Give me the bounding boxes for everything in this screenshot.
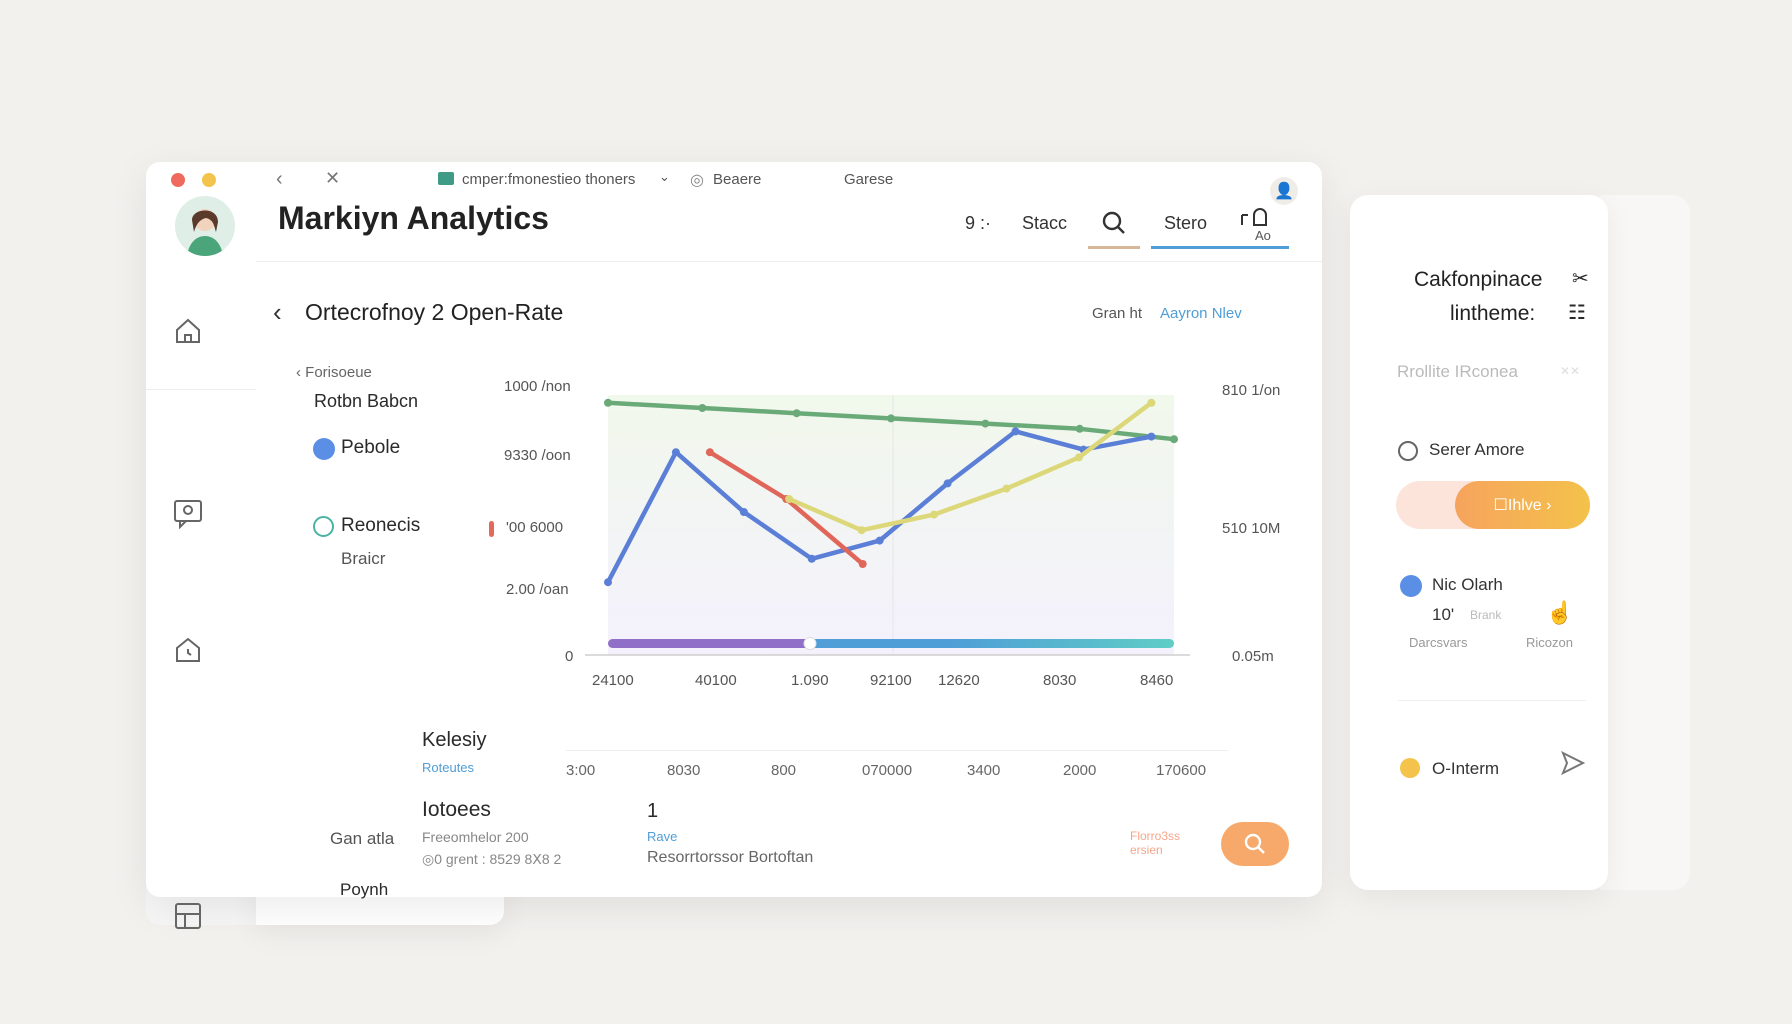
legend-extra-2: Poynh <box>340 880 389 899</box>
back-arrow-icon[interactable]: ‹ <box>276 168 283 191</box>
panel-item-sub1: Darcsvars <box>1409 635 1468 650</box>
legend-radio[interactable] <box>313 516 334 537</box>
back-chevron-icon[interactable]: ‹ <box>273 297 282 328</box>
nav-stacc[interactable]: Stacc <box>1022 213 1067 234</box>
breadcrumb[interactable]: cmper:fmonestieo thoners <box>462 171 635 188</box>
page-title: Markiyn Analytics <box>278 200 549 236</box>
nav-ao[interactable]: Ao <box>1255 228 1271 243</box>
panel-title-line1: Cakfonpinace <box>1414 268 1543 291</box>
tab-stero[interactable]: Stero <box>1164 213 1207 234</box>
legend-back-label: Forisoeue <box>305 364 372 381</box>
close-icon[interactable]: ✕ <box>325 168 340 189</box>
bottom-value-link[interactable]: Rave <box>647 829 677 844</box>
x2-tick: 2000 <box>1063 762 1097 779</box>
sparkle-icon: ✕✕ <box>1560 364 1581 378</box>
x2-tick: 8030 <box>667 762 701 779</box>
legend-dot-blue <box>313 438 335 460</box>
panel-item-num-suffix: Brank <box>1470 608 1502 622</box>
header-divider <box>256 261 1322 262</box>
nav-time[interactable]: 9 :· <box>965 213 991 234</box>
rail-divider <box>146 389 256 390</box>
chart-subtitle: Ortecrofnoy 2 Open-Rate <box>305 299 564 325</box>
send-icon[interactable] <box>1560 750 1586 781</box>
scissors-icon[interactable]: ✂ <box>1572 266 1589 291</box>
x-tick: 8460 <box>1140 672 1174 689</box>
y-right-tick: 0.05m <box>1232 648 1274 665</box>
bottom-value-sub: Resorrtorssor Bortoftan <box>647 849 814 866</box>
layout-icon[interactable] <box>170 897 206 933</box>
x2-tick: 800 <box>771 762 797 779</box>
y-left-tick: 9330 /oon <box>504 447 571 464</box>
bottom-label-1: Kelesiy <box>422 729 487 751</box>
panel-radio[interactable] <box>1398 441 1418 461</box>
bottom-label-2: Iotoees <box>422 798 491 821</box>
x-tick: 24100 <box>592 672 634 689</box>
clock-icon: ◎ <box>690 172 704 189</box>
x-tick: 1.090 <box>791 672 829 689</box>
legend-back[interactable]: ‹ Forisoeue <box>296 364 372 381</box>
x2-tick: 3400 <box>967 762 1001 779</box>
y-left-tick: 2.00 /oan <box>506 581 569 598</box>
legend-extra-1: Gan atla <box>330 829 395 848</box>
tab-garese[interactable]: Garese <box>844 171 893 188</box>
panel-dot-yellow <box>1400 758 1420 778</box>
panel-item-title: Nic Olarh <box>1432 575 1503 594</box>
panel-backdrop <box>1600 195 1690 890</box>
y-right-tick: 810 1/on <box>1222 382 1281 399</box>
tab-stero-underline <box>1151 246 1289 249</box>
close-dot[interactable] <box>171 173 185 187</box>
action-button[interactable]: ☐Ihlve › <box>1455 481 1590 529</box>
legend-item-1[interactable]: Pebole <box>341 437 400 459</box>
chat-location-icon[interactable] <box>170 495 206 531</box>
bottom-label-2-sub: Freeomhelor 200 <box>422 829 529 845</box>
avatar[interactable] <box>175 196 235 256</box>
view-prefix: Gran ht <box>1092 305 1143 322</box>
y-right-tick: 510 10M <box>1222 520 1281 537</box>
fab-text: Florro3ss ersien <box>1130 829 1181 857</box>
marker-pin-icon <box>489 521 494 537</box>
panel-footer-label[interactable]: O-Interm <box>1432 759 1499 779</box>
search-fab[interactable] <box>1221 822 1289 866</box>
user-avatar-small[interactable]: 👤 <box>1270 177 1298 205</box>
grid-icon[interactable]: ☷ <box>1568 300 1586 325</box>
x2-tick: 070000 <box>862 762 913 779</box>
legend-item-2-sub: Braicr <box>341 549 386 568</box>
x-tick: 12620 <box>938 672 980 689</box>
panel-divider <box>1398 700 1586 701</box>
touch-icon[interactable]: ☝ <box>1546 600 1573 626</box>
search-icon <box>1244 833 1265 854</box>
y-left-tick: 0 <box>565 648 574 665</box>
x-tick: 92100 <box>870 672 912 689</box>
folder-icon <box>438 172 454 185</box>
legend-item-2[interactable]: Reonecis <box>341 515 420 537</box>
x-tick: 8030 <box>1043 672 1077 689</box>
home-icon[interactable] <box>170 313 206 349</box>
house-clock-icon[interactable] <box>170 632 206 668</box>
bottom-label-2-sub2: ◎0 grent : 8529 8Ⅹ8 2 <box>422 851 562 867</box>
chevron-down-icon[interactable]: ⌄ <box>659 169 670 185</box>
x2-tick: 3:00 <box>566 762 596 779</box>
panel-title-line2: lintheme: <box>1450 302 1536 325</box>
tab-beaere[interactable]: Beaere <box>713 171 761 188</box>
bottom-value: 1 <box>647 800 659 822</box>
legend-group-title: Rotbn Babcn <box>314 391 419 411</box>
panel-dot-blue <box>1400 575 1422 597</box>
search-icon[interactable] <box>1100 209 1128 237</box>
panel-faded-label: Rrollite IRconea <box>1397 362 1518 381</box>
x2-tick: 170600 <box>1156 762 1207 779</box>
search-underline <box>1088 246 1140 249</box>
minimize-dot[interactable] <box>202 173 216 187</box>
view-link[interactable]: Aayron Nlev <box>1160 305 1242 322</box>
panel-item-num: 10' <box>1432 605 1455 624</box>
bottom-divider <box>566 750 1228 751</box>
panel-item-sub2: Ricozon <box>1526 635 1573 650</box>
y-left-tick: 1000 /non <box>504 378 571 395</box>
y-left-tick: '00 6000 <box>506 519 564 536</box>
bottom-label-1-sub[interactable]: Roteutes <box>422 760 474 775</box>
x-tick: 40100 <box>695 672 737 689</box>
panel-radio-label[interactable]: Serer Amore <box>1429 440 1524 460</box>
